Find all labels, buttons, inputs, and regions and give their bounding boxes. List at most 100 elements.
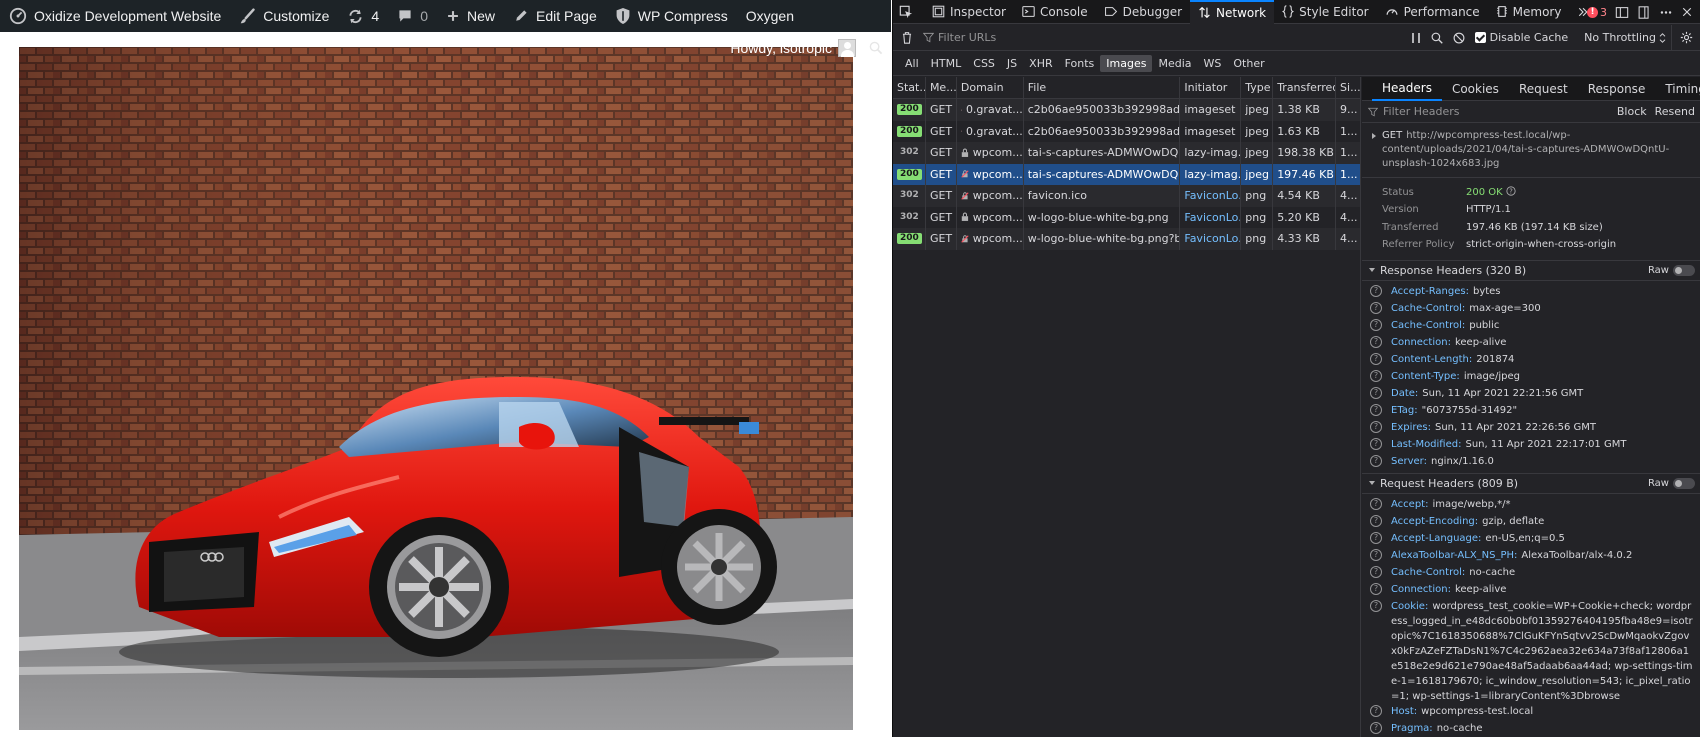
type-filter-images[interactable]: Images xyxy=(1100,55,1153,72)
help-icon[interactable]: ? xyxy=(1370,403,1382,416)
column-initiator[interactable]: Initiator xyxy=(1180,77,1242,98)
help-icon[interactable]: ? xyxy=(1370,548,1382,561)
header-row[interactable]: ? Cache-Control: public xyxy=(1362,318,1700,335)
header-row[interactable]: ? Content-Length: 201874 xyxy=(1362,352,1700,369)
filter-urls-input[interactable] xyxy=(938,31,1378,44)
request-row[interactable]: 302 GET wpcom...favicon.icoFaviconLo...png… xyxy=(893,185,1360,207)
tab-console[interactable]: Console xyxy=(1014,0,1096,24)
header-row[interactable]: ? Content-Type: image/jpeg xyxy=(1362,369,1700,386)
clear-requests-button[interactable] xyxy=(893,25,919,51)
site-name-link[interactable]: Oxidize Development Website xyxy=(0,0,230,32)
raw-toggle-request[interactable]: Raw xyxy=(1648,477,1700,489)
disable-cache-toggle[interactable]: Disable Cache xyxy=(1470,25,1574,51)
tab-response[interactable]: Response xyxy=(1578,77,1656,101)
more-options-icon[interactable] xyxy=(1659,6,1673,19)
column-type[interactable]: Type xyxy=(1241,77,1274,98)
raw-switch[interactable] xyxy=(1673,477,1695,489)
disable-cache-checkbox[interactable] xyxy=(1474,32,1486,43)
block-request-button[interactable] xyxy=(1448,25,1470,51)
help-icon[interactable]: ? xyxy=(1370,284,1382,297)
help-icon[interactable]: ? xyxy=(1370,454,1382,467)
type-filter-other[interactable]: Other xyxy=(1227,55,1270,72)
type-filter-html[interactable]: HTML xyxy=(925,55,968,72)
header-row[interactable]: ? Cache-Control: max-age=300 xyxy=(1362,301,1700,318)
response-headers-toggle[interactable]: Response Headers (320 B) Raw xyxy=(1362,259,1700,281)
request-row[interactable]: 200 GET wpcom...w-logo-blue-white-bg.png?b… xyxy=(893,228,1360,250)
error-count-badge[interactable]: ! 3 xyxy=(1587,6,1607,19)
request-row[interactable]: 200 GET 0.gravat...c2b06ae950033b392998ada… xyxy=(893,99,1360,121)
close-icon[interactable] xyxy=(1681,6,1693,18)
tab-inspector[interactable]: Inspector xyxy=(924,0,1014,24)
pause-button[interactable] xyxy=(1406,25,1426,51)
raw-switch[interactable] xyxy=(1673,264,1695,276)
oxygen-link[interactable]: Oxygen xyxy=(737,0,803,32)
dock-icon[interactable] xyxy=(1637,5,1651,19)
expand-triangle-icon[interactable] xyxy=(1370,132,1378,140)
customize-link[interactable]: Customize xyxy=(230,0,338,32)
header-row[interactable]: ? ETag: "6073755d-31492" xyxy=(1362,403,1700,420)
request-url[interactable]: http://wpcompress-test.local/wp-content/… xyxy=(1382,130,1669,169)
type-filter-js[interactable]: JS xyxy=(1001,55,1023,72)
search-requests-button[interactable] xyxy=(1426,25,1448,51)
column-file[interactable]: File xyxy=(1024,77,1181,98)
resend-button[interactable]: Resend xyxy=(1655,105,1695,118)
header-row[interactable]: ? Cookie: wordpress_test_cookie=WP+Cookie+… xyxy=(1362,599,1700,704)
type-filter-fonts[interactable]: Fonts xyxy=(1059,55,1101,72)
header-row[interactable]: ? Last-Modified: Sun, 11 Apr 2021 22:17:01… xyxy=(1362,437,1700,454)
help-icon[interactable]: ? xyxy=(1370,721,1382,734)
tab-style-editor[interactable]: Style Editor xyxy=(1274,0,1376,24)
help-icon[interactable]: ? xyxy=(1506,186,1516,196)
header-row[interactable]: ? Host: wpcompress-test.local xyxy=(1362,704,1700,721)
column-domain[interactable]: Domain xyxy=(957,77,1024,98)
header-row[interactable]: ? Accept-Encoding: gzip, deflate xyxy=(1362,514,1700,531)
throttling-select[interactable]: No Throttling xyxy=(1579,25,1671,51)
header-row[interactable]: ? Accept-Language: en-US,en;q=0.5 xyxy=(1362,531,1700,548)
type-filter-xhr[interactable]: XHR xyxy=(1023,55,1058,72)
tab-memory[interactable]: Memory xyxy=(1488,0,1570,24)
help-icon[interactable]: ? xyxy=(1370,437,1382,450)
header-row[interactable]: ? Pragma: no-cache xyxy=(1362,721,1700,737)
tab-network[interactable]: Network xyxy=(1190,0,1275,24)
filter-headers-input[interactable]: Filter Headers xyxy=(1383,105,1460,118)
search-icon[interactable] xyxy=(869,41,883,55)
type-filter-css[interactable]: CSS xyxy=(967,55,1001,72)
help-icon[interactable]: ? xyxy=(1370,352,1382,365)
help-icon[interactable]: ? xyxy=(1370,420,1382,433)
help-icon[interactable]: ? xyxy=(1370,369,1382,382)
header-row[interactable]: ? Expires: Sun, 11 Apr 2021 22:26:56 GMT xyxy=(1362,420,1700,437)
initiator-cell[interactable]: FaviconLo... xyxy=(1180,206,1242,228)
type-filter-media[interactable]: Media xyxy=(1152,55,1197,72)
help-icon[interactable]: ? xyxy=(1370,497,1382,510)
initiator-cell[interactable]: FaviconLo... xyxy=(1180,228,1242,250)
column-transferred[interactable]: Transferred xyxy=(1273,77,1337,98)
help-icon[interactable]: ? xyxy=(1370,335,1382,348)
split-console-icon[interactable] xyxy=(1615,6,1629,19)
initiator-cell[interactable]: FaviconLo... xyxy=(1180,185,1242,207)
column-size[interactable]: Si... xyxy=(1336,77,1360,98)
tab-headers[interactable]: Headers xyxy=(1372,77,1442,101)
request-row[interactable]: 302 GET wpcom...tai-s-captures-ADMWOwDQntU… xyxy=(893,142,1360,164)
howdy-user-menu[interactable]: Howdy, isotropic xyxy=(730,39,856,57)
tab-request[interactable]: Request xyxy=(1509,77,1578,101)
help-icon[interactable]: ? xyxy=(1370,704,1382,717)
help-icon[interactable]: ? xyxy=(1370,599,1382,612)
tab-cookies[interactable]: Cookies xyxy=(1442,77,1509,101)
header-row[interactable]: ? Accept: image/webp,*/* xyxy=(1362,497,1700,514)
header-row[interactable]: ? Connection: keep-alive xyxy=(1362,335,1700,352)
header-row[interactable]: ? Date: Sun, 11 Apr 2021 22:21:56 GMT xyxy=(1362,386,1700,403)
wp-compress-link[interactable]: WP Compress xyxy=(606,0,737,32)
tab-debugger[interactable]: Debugger xyxy=(1096,0,1190,24)
comments-link[interactable]: 0 xyxy=(388,0,437,32)
help-icon[interactable]: ? xyxy=(1370,301,1382,314)
help-icon[interactable]: ? xyxy=(1370,531,1382,544)
request-headers-toggle[interactable]: Request Headers (809 B) Raw xyxy=(1362,472,1700,494)
element-picker-button[interactable] xyxy=(893,0,924,24)
type-filter-all[interactable]: All xyxy=(899,55,925,72)
block-button[interactable]: Block xyxy=(1617,105,1647,118)
header-row[interactable]: ? AlexaToolbar-ALX_NS_PH: AlexaToolbar/alx… xyxy=(1362,548,1700,565)
header-row[interactable]: ? Server: nginx/1.16.0 xyxy=(1362,454,1700,471)
header-row[interactable]: ? Cache-Control: no-cache xyxy=(1362,565,1700,582)
header-row[interactable]: ? Accept-Ranges: bytes xyxy=(1362,284,1700,301)
type-filter-ws[interactable]: WS xyxy=(1198,55,1228,72)
help-icon[interactable]: ? xyxy=(1370,565,1382,578)
